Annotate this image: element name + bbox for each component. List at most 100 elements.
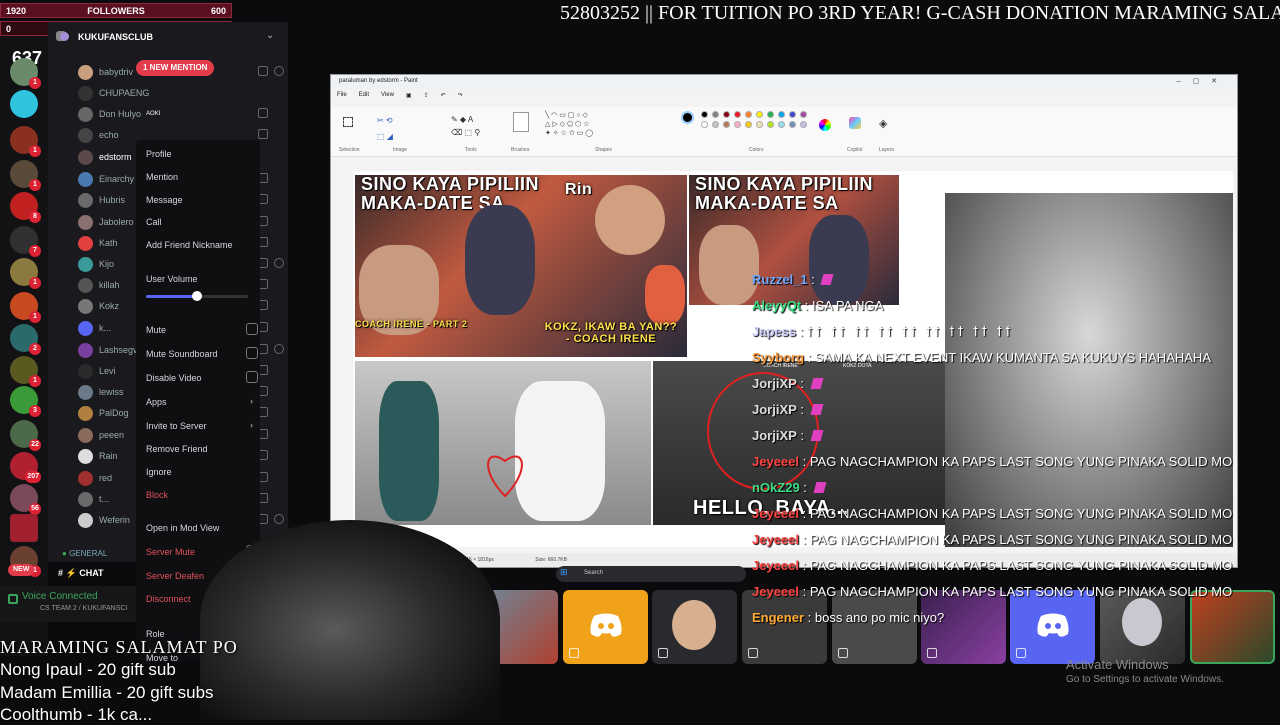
member-item[interactable]: k... xyxy=(78,318,268,338)
color-swatch[interactable] xyxy=(745,121,752,128)
new-mention-pill[interactable]: 1 NEW MENTION xyxy=(136,60,215,76)
disable-video-checkbox[interactable] xyxy=(246,371,258,383)
server-name[interactable]: KUKUFANSCLUB xyxy=(78,32,153,42)
chat-username[interactable]: Ruzzel_1 xyxy=(752,272,808,287)
color-swatch[interactable] xyxy=(734,111,741,118)
voice-channel[interactable]: CS TEAM 2 / KUKUFANSCI xyxy=(40,605,127,612)
menu-mute[interactable]: Mute xyxy=(146,323,258,335)
window-controls[interactable]: –▢✕ xyxy=(1177,77,1229,85)
tools-icons[interactable]: ✎ ◆ A ⌫ ⬚ ⚲ xyxy=(451,113,480,139)
color-swatch[interactable] xyxy=(723,111,730,118)
share-icon[interactable]: ⇪ xyxy=(424,92,429,99)
chat-username[interactable]: Jeyeeel xyxy=(752,532,799,547)
participant-tile[interactable] xyxy=(652,590,737,664)
member-item[interactable]: Jabolero xyxy=(78,212,268,232)
color-swatch[interactable] xyxy=(767,121,774,128)
color-swatch[interactable] xyxy=(778,111,785,118)
member-item[interactable]: Lashsegv xyxy=(78,340,284,360)
server-icon[interactable]: 1 xyxy=(10,126,41,157)
server-icon[interactable]: 1 xyxy=(10,160,41,191)
server-icon[interactable]: 1 xyxy=(10,356,41,387)
chat-username[interactable]: JorjiXP xyxy=(752,376,797,391)
member-item[interactable]: Weferin xyxy=(78,510,284,530)
color-swatch[interactable] xyxy=(712,111,719,118)
menu-view[interactable]: View xyxy=(381,92,394,99)
menu-remove-friend[interactable]: Remove Friend xyxy=(146,444,252,454)
member-item[interactable]: Kokz xyxy=(78,296,268,316)
search-input[interactable]: Search xyxy=(584,570,603,576)
member-item[interactable]: Rain xyxy=(78,446,268,466)
edit-colors-icon[interactable] xyxy=(819,119,831,131)
color-1[interactable] xyxy=(681,111,694,124)
color-swatch[interactable] xyxy=(734,121,741,128)
member-item[interactable]: Kath xyxy=(78,233,268,253)
chat-username[interactable]: Jeyeeel xyxy=(752,558,799,573)
menu-message[interactable]: Message xyxy=(146,195,252,205)
member-item[interactable]: Kijo xyxy=(78,254,284,274)
menu-file[interactable]: File xyxy=(337,92,347,99)
member-item[interactable]: Don Hulyo AOKI xyxy=(78,104,268,124)
color-swatch[interactable] xyxy=(778,121,785,128)
mute-checkbox[interactable] xyxy=(246,323,258,335)
server-icon[interactable]: 1 xyxy=(10,258,41,289)
member-item[interactable]: lewiss xyxy=(78,382,268,402)
color-swatch[interactable] xyxy=(745,111,752,118)
brushes-icon[interactable] xyxy=(513,112,529,132)
member-item[interactable]: t... xyxy=(78,489,268,509)
color-swatch[interactable] xyxy=(767,111,774,118)
member-item[interactable]: killah xyxy=(78,275,268,295)
server-icon[interactable]: 1 xyxy=(10,58,41,89)
member-item[interactable]: echo xyxy=(78,125,268,145)
mute-soundboard-checkbox[interactable] xyxy=(246,347,258,359)
menu-ignore[interactable]: Ignore xyxy=(146,467,252,477)
chat-username[interactable]: Jeyeeel xyxy=(752,506,799,521)
member-item[interactable]: Einarchy xyxy=(78,169,268,189)
chevron-down-icon[interactable]: ⌄ xyxy=(266,30,274,41)
menu-profile[interactable]: Profile xyxy=(146,149,252,159)
taskbar-search[interactable]: ⊞ Search xyxy=(556,566,746,582)
menu-edit[interactable]: Edit xyxy=(359,92,369,99)
server-icon[interactable]: 7 xyxy=(10,226,41,257)
chat-username[interactable]: JorjiXP xyxy=(752,428,797,443)
member-item[interactable]: Levi xyxy=(78,361,268,381)
server-icon[interactable]: 207 xyxy=(10,452,41,483)
chat-username[interactable]: Syyborg xyxy=(752,350,804,365)
member-item-selected[interactable]: edstorm xyxy=(78,147,132,167)
server-icon[interactable]: 3 xyxy=(10,386,41,417)
chat-username[interactable]: Jeyeeel xyxy=(752,454,799,469)
chat-username[interactable]: AleyyQt xyxy=(752,298,801,313)
member-item[interactable]: Hubris xyxy=(78,190,268,210)
menu-call[interactable]: Call xyxy=(146,217,252,227)
chat-username[interactable]: Japess xyxy=(752,324,796,339)
chat-username[interactable]: JorjiXP xyxy=(752,402,797,417)
color-swatch[interactable] xyxy=(789,111,796,118)
color-swatch[interactable] xyxy=(701,111,708,118)
server-icon[interactable]: 22 xyxy=(10,420,41,451)
participant-tile-discord[interactable] xyxy=(563,590,648,664)
undo-icon[interactable]: ↶ xyxy=(441,92,446,99)
chat-username[interactable]: Engener xyxy=(752,610,804,625)
server-icon[interactable]: 1 xyxy=(10,292,41,323)
copilot-icon[interactable] xyxy=(849,117,861,129)
windows-start-icon[interactable]: ⊞ xyxy=(560,567,568,578)
menu-mention[interactable]: Mention xyxy=(146,172,252,182)
color-swatch[interactable] xyxy=(789,121,796,128)
layers-icon[interactable]: ◈ xyxy=(879,117,887,130)
color-swatch[interactable] xyxy=(800,121,807,128)
member-item[interactable]: PalDog xyxy=(78,403,268,423)
server-icon[interactable]: 2 xyxy=(10,324,41,355)
shapes-gallery[interactable]: ╲ ◠ ▭ ▢ ○ ◇ △ ▷ ◇ ⬠ ⬡ ☆ ✦ ✧ ☆ ✩ ▭ ◯ xyxy=(545,111,593,138)
server-icon[interactable] xyxy=(10,90,38,118)
member-item[interactable]: CHUPAENG xyxy=(78,83,149,103)
server-icon[interactable]: 8 xyxy=(10,192,41,223)
redo-icon[interactable]: ↷ xyxy=(458,92,463,99)
menu-add-nickname[interactable]: Add Friend Nickname xyxy=(146,240,252,250)
image-tools-icon[interactable]: ✂ ⟲ ⬚ ◢ xyxy=(377,113,393,145)
menu-apps[interactable]: Apps › xyxy=(146,396,253,407)
color-swatch[interactable] xyxy=(756,121,763,128)
server-icon[interactable]: 56 xyxy=(10,484,41,515)
color-swatch[interactable] xyxy=(800,111,807,118)
user-volume-slider[interactable] xyxy=(146,291,248,301)
menu-disable-video[interactable]: Disable Video xyxy=(146,371,258,383)
member-item[interactable]: peeen xyxy=(78,425,268,445)
